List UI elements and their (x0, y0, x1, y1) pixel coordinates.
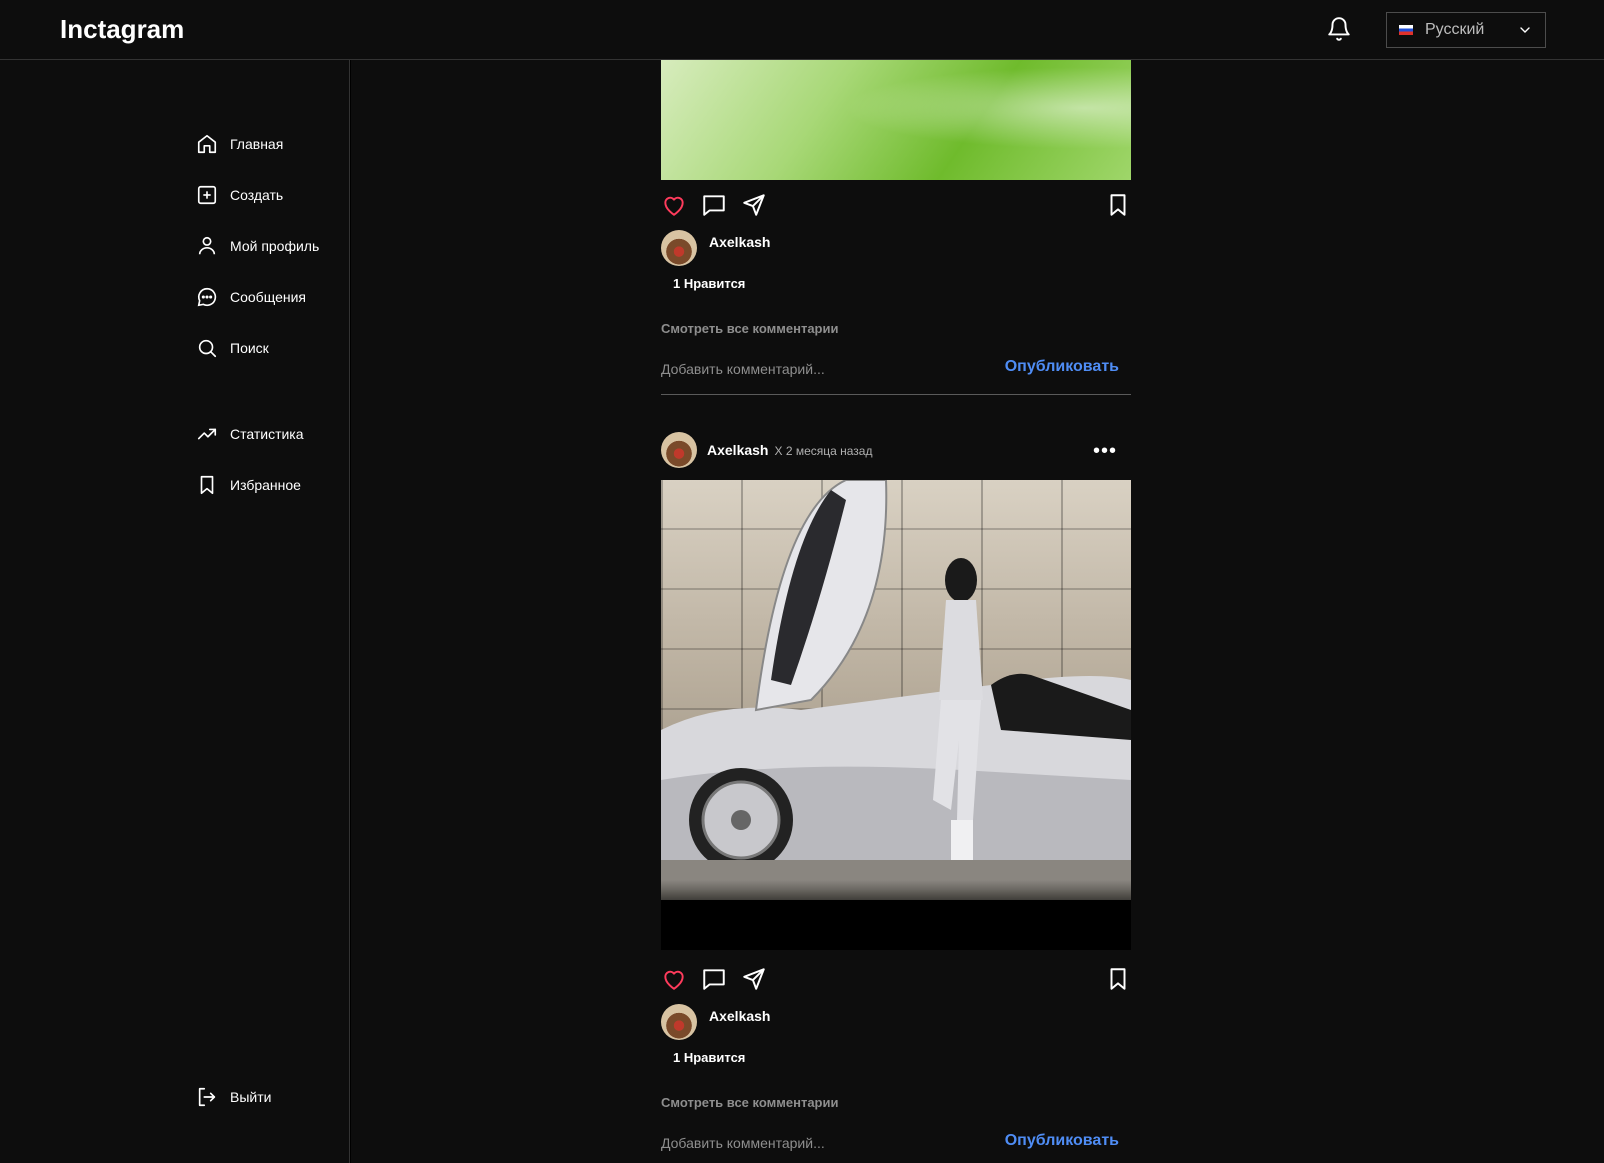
more-options-icon[interactable]: ••• (1093, 440, 1117, 463)
sidebar-item-profile[interactable]: Мой профиль (196, 235, 319, 257)
search-icon (198, 339, 217, 358)
plus-square-icon (197, 185, 217, 205)
likes-count: 1 Нравится (673, 1050, 746, 1065)
comment-input[interactable] (661, 356, 991, 382)
user-icon (198, 236, 216, 255)
bell-icon[interactable] (1326, 16, 1352, 42)
post-liker: Axelkash (661, 228, 1131, 268)
logout-button[interactable]: Выйти (196, 1086, 271, 1108)
username[interactable]: Axelkash (709, 1008, 770, 1024)
sidebar-item-search[interactable]: Поиск (196, 337, 269, 359)
post-card: Axelkash 1 Нравится Смотреть все коммент… (661, 60, 1131, 395)
post-liker: Axelkash (661, 1002, 1131, 1042)
sidebar-item-label: Избранное (230, 477, 301, 493)
post-image[interactable] (661, 60, 1131, 180)
sidebar-item-label: Создать (230, 187, 284, 203)
post-author: Axelkash X 2 месяца назад (707, 442, 872, 458)
heart-icon[interactable] (661, 192, 687, 218)
home-icon (197, 134, 217, 154)
view-all-comments-link[interactable]: Смотреть все комментарии (661, 1095, 1131, 1110)
sidebar-item-label: Сообщения (230, 289, 306, 305)
chevron-down-icon (1520, 27, 1530, 33)
photo-fade (661, 880, 1131, 950)
top-header: Inctagram Русский (0, 0, 1604, 60)
language-label: Русский (1425, 21, 1485, 38)
post-actions (661, 954, 1131, 1002)
russia-flag-icon (1399, 25, 1413, 35)
post-time: X 2 месяца назад (774, 444, 873, 458)
username[interactable]: Axelkash (709, 234, 770, 250)
publish-button[interactable]: Опубликовать (1005, 358, 1119, 376)
post-card: Axelkash X 2 месяца назад ••• Axelkash 1… (661, 430, 1131, 1160)
trending-up-icon (197, 428, 217, 440)
post-header: Axelkash X 2 месяца назад ••• (661, 430, 1131, 480)
sidebar-item-label: Главная (230, 136, 284, 152)
sidebar-item-create[interactable]: Создать (196, 184, 283, 206)
comment-row: Опубликовать (661, 356, 1131, 386)
language-select[interactable]: Русский (1386, 12, 1546, 48)
post-image[interactable] (661, 480, 1131, 950)
logout-icon (198, 1087, 216, 1107)
heart-icon[interactable] (661, 966, 687, 992)
message-icon (197, 287, 217, 307)
comment-icon[interactable] (701, 192, 727, 218)
sidebar-item-home[interactable]: Главная (196, 133, 283, 155)
logout-label: Выйти (230, 1089, 272, 1105)
publish-button[interactable]: Опубликовать (1005, 1132, 1119, 1150)
bookmark-icon[interactable] (1105, 966, 1131, 992)
comment-icon[interactable] (701, 966, 727, 992)
likes-count: 1 Нравится (673, 276, 746, 291)
send-icon[interactable] (741, 192, 767, 218)
bookmark-icon[interactable] (1105, 192, 1131, 218)
sidebar-item-messages[interactable]: Сообщения (196, 286, 306, 308)
bookmark-icon (200, 475, 214, 495)
username[interactable]: Axelkash (707, 442, 768, 458)
send-icon[interactable] (741, 966, 767, 992)
avatar[interactable] (661, 230, 697, 266)
sidebar-item-favorites[interactable]: Избранное (196, 474, 301, 496)
sidebar-item-label: Статистика (230, 426, 304, 442)
sidebar-item-label: Мой профиль (230, 238, 320, 254)
view-all-comments-link[interactable]: Смотреть все комментарии (661, 321, 1131, 336)
sidebar-item-label: Поиск (230, 340, 269, 356)
post-divider (661, 394, 1131, 395)
avatar[interactable] (661, 432, 697, 468)
sidebar-item-statistics[interactable]: Статистика (196, 423, 304, 445)
comment-input[interactable] (661, 1130, 991, 1156)
sidebar: Главная Создать Мой профиль Сообщения По… (0, 60, 350, 1163)
avatar[interactable] (661, 1004, 697, 1040)
feed: Axelkash 1 Нравится Смотреть все коммент… (351, 60, 1604, 1163)
post-actions (661, 180, 1131, 228)
app-logo[interactable]: Inctagram (60, 14, 184, 45)
comment-row: Опубликовать (661, 1130, 1131, 1160)
